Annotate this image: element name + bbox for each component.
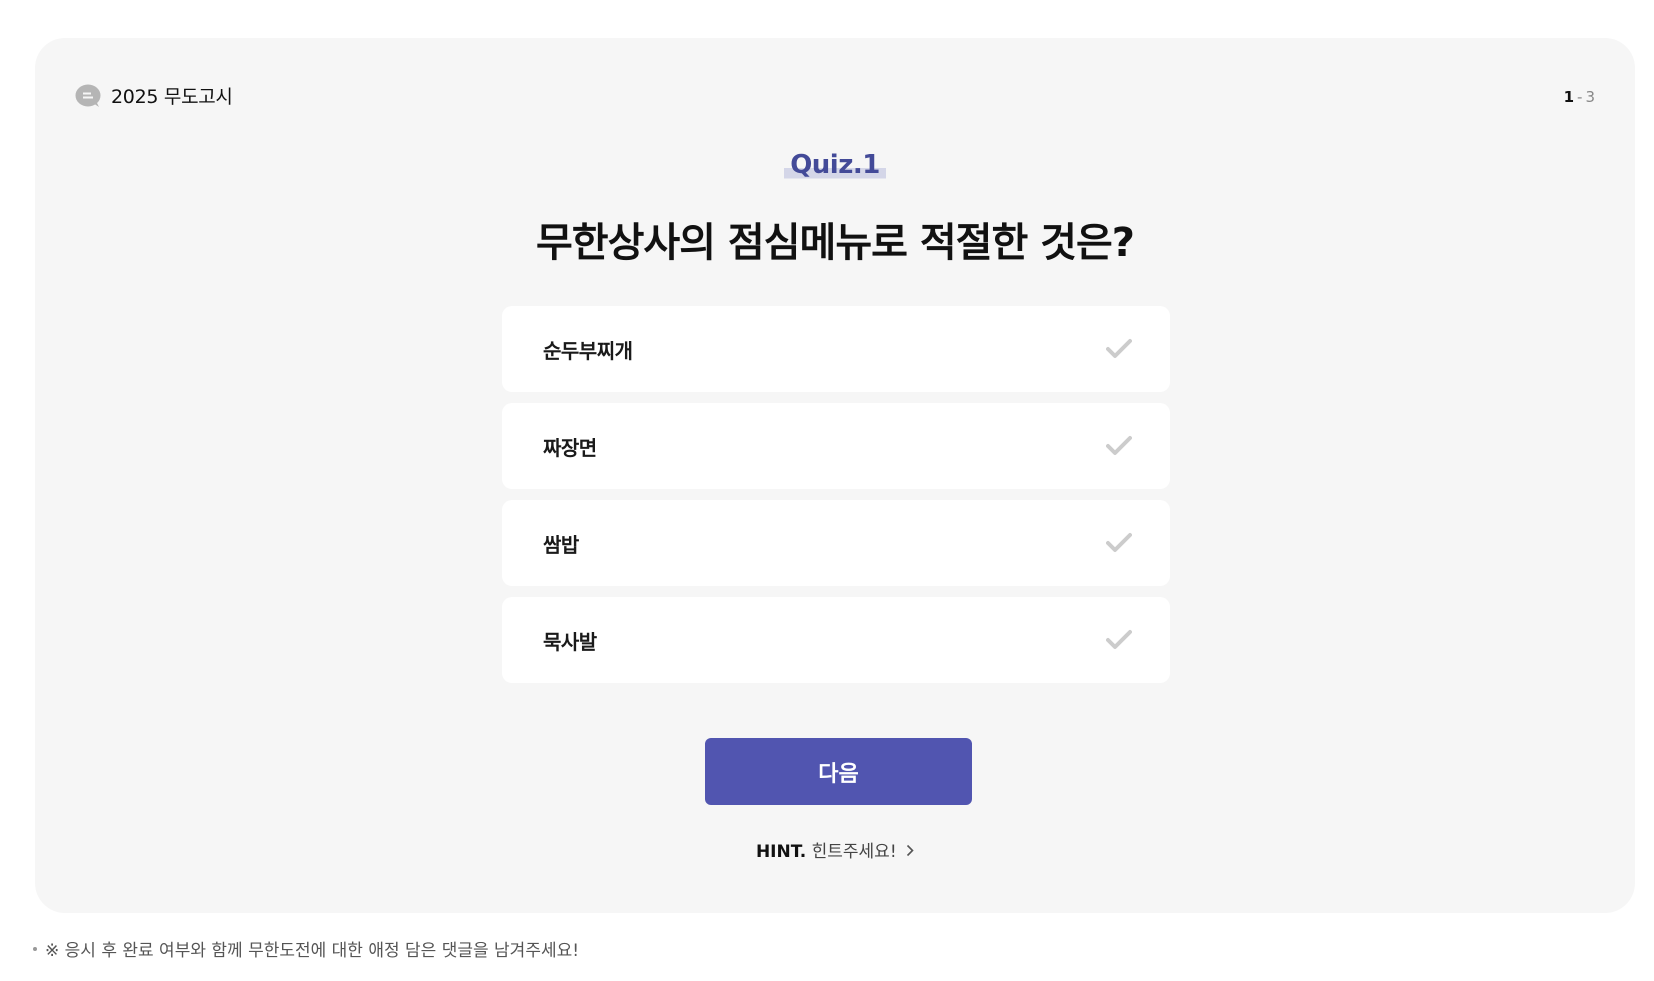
counter-separator: - [1577, 88, 1583, 106]
answer-option-label: 짜장면 [543, 435, 597, 460]
brand: 2025 무도고시 [75, 82, 233, 109]
check-icon [1106, 338, 1132, 360]
chevron-right-icon [906, 842, 914, 862]
speech-bubble-icon [75, 84, 101, 108]
answer-option-1[interactable]: 순두부찌개 [502, 306, 1170, 392]
question-counter: 1-3 [1564, 88, 1595, 106]
answer-option-4[interactable]: 묵사발 [502, 597, 1170, 683]
bullet-dot [33, 946, 37, 951]
quiz-number: Quiz.1 [784, 150, 886, 180]
answer-option-label: 순두부찌개 [543, 338, 633, 363]
hint-link[interactable]: HINT. 힌트주세요! [35, 837, 1635, 862]
counter-total: 3 [1585, 88, 1595, 106]
answer-option-label: 묵사발 [543, 629, 597, 654]
check-icon [1106, 629, 1132, 651]
next-button[interactable]: 다음 [705, 738, 972, 805]
brand-label: 2025 무도고시 [111, 86, 233, 108]
counter-current: 1 [1563, 88, 1575, 106]
hint-text: 힌트주세요! [811, 842, 897, 862]
check-icon [1106, 435, 1132, 457]
answer-option-2[interactable]: 짜장면 [502, 403, 1170, 489]
footer-note: ※ 응시 후 완료 여부와 함께 무한도전에 대한 애정 담은 댓글을 남겨주세… [33, 936, 579, 961]
answer-options: 순두부찌개 짜장면 쌈밥 묵사발 [502, 306, 1170, 694]
answer-option-3[interactable]: 쌈밥 [502, 500, 1170, 586]
question-title: 무한상사의 점심메뉴로 적절한 것은? [536, 220, 1135, 266]
check-icon [1106, 532, 1132, 554]
footer-note-text: ※ 응시 후 완료 여부와 함께 무한도전에 대한 애정 담은 댓글을 남겨주세… [45, 941, 580, 961]
quiz-tag: Quiz.1 [35, 150, 1635, 180]
quiz-card: 2025 무도고시 1-3 Quiz.1 무한상사의 점심메뉴로 적절한 것은?… [35, 38, 1635, 913]
hint-key: HINT. [755, 842, 807, 862]
answer-option-label: 쌈밥 [543, 532, 579, 557]
